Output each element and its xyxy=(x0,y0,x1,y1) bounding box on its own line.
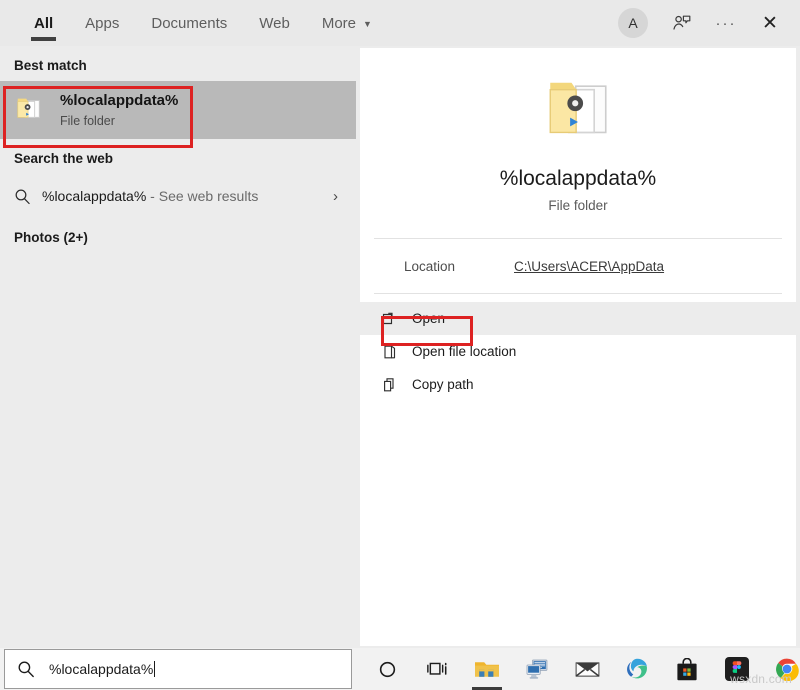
close-button[interactable]: ✕ xyxy=(750,3,790,43)
web-result-row[interactable]: %localappdata% - See web results › xyxy=(0,174,356,218)
search-icon xyxy=(17,660,35,678)
best-match-title: %localappdata% xyxy=(60,92,178,111)
tab-documents-label: Documents xyxy=(151,15,227,32)
person-feedback-icon[interactable] xyxy=(662,3,702,43)
close-icon: ✕ xyxy=(762,12,778,35)
search-input[interactable]: %localappdata% xyxy=(49,661,155,677)
location-label: Location xyxy=(404,259,514,274)
best-match-header: Best match xyxy=(0,46,356,81)
best-match-result[interactable]: %localappdata% File folder xyxy=(0,81,356,139)
windows-search-panel: All Apps Documents Web More ▼ A xyxy=(0,0,800,690)
tab-more-label: More xyxy=(322,15,356,32)
microsoft-store-icon[interactable] xyxy=(674,654,700,684)
search-filter-tabbar: All Apps Documents Web More ▼ A xyxy=(0,0,800,46)
preview-title: %localappdata% xyxy=(500,167,656,191)
watermark: wsxdn.com xyxy=(730,672,792,686)
action-open[interactable]: Open xyxy=(360,302,796,335)
search-input-value: %localappdata% xyxy=(49,661,153,677)
tab-apps-label: Apps xyxy=(85,15,119,32)
location-link[interactable]: C:\Users\ACER\AppData xyxy=(514,259,664,274)
chevron-down-icon: ▼ xyxy=(363,20,372,29)
search-icon xyxy=(14,188,42,205)
taskbar-search-box[interactable]: %localappdata% xyxy=(4,649,352,689)
action-open-label: Open xyxy=(412,311,445,326)
text-cursor xyxy=(154,661,155,677)
preview-subtitle: File folder xyxy=(548,198,607,213)
chevron-right-icon: › xyxy=(333,188,342,205)
tab-documents[interactable]: Documents xyxy=(135,0,243,46)
copy-pages-icon xyxy=(382,377,412,393)
preview-hero: %localappdata% File folder xyxy=(360,48,796,238)
results-column: Best match %localappdata% File folder Se… xyxy=(0,46,356,648)
tab-more[interactable]: More ▼ xyxy=(306,0,388,46)
folder-settings-icon xyxy=(541,70,615,149)
folder-settings-icon xyxy=(14,93,44,128)
web-result-suffix: - See web results xyxy=(146,188,258,204)
best-match-subtitle: File folder xyxy=(60,114,178,128)
tab-web-label: Web xyxy=(259,15,290,32)
action-copy-path[interactable]: Copy path xyxy=(360,368,796,401)
edge-icon[interactable] xyxy=(624,654,650,684)
window-controls: A ··· ✕ xyxy=(618,0,790,46)
action-open-file-location-label: Open file location xyxy=(412,344,516,359)
taskbar: %localappdata% xyxy=(0,648,800,690)
search-web-header: Search the web xyxy=(0,139,356,174)
folder-open-icon xyxy=(382,344,412,360)
tab-web[interactable]: Web xyxy=(243,0,306,46)
file-explorer-icon[interactable] xyxy=(474,654,500,684)
tab-list: All Apps Documents Web More ▼ xyxy=(0,0,388,46)
action-open-file-location[interactable]: Open file location xyxy=(360,335,796,368)
action-list: Open Open file location xyxy=(360,294,796,401)
web-result-label: %localappdata% - See web results xyxy=(42,188,333,204)
web-result-query: %localappdata% xyxy=(42,188,146,204)
photos-header: Photos (2+) xyxy=(0,218,356,253)
cortana-icon[interactable] xyxy=(374,654,400,684)
more-options-button[interactable]: ··· xyxy=(706,3,746,43)
location-row: Location C:\Users\ACER\AppData xyxy=(360,239,796,293)
ellipsis-icon: ··· xyxy=(716,15,737,32)
best-match-text: %localappdata% File folder xyxy=(60,92,178,128)
avatar-initial: A xyxy=(628,15,637,31)
open-window-icon xyxy=(382,311,412,327)
action-copy-path-label: Copy path xyxy=(412,377,474,392)
avatar[interactable]: A xyxy=(618,8,648,38)
tab-all[interactable]: All xyxy=(18,0,69,46)
task-view-icon[interactable] xyxy=(424,654,450,684)
remote-desktop-icon[interactable] xyxy=(524,654,550,684)
tab-all-label: All xyxy=(34,15,53,32)
mail-icon[interactable] xyxy=(574,654,600,684)
preview-panel: %localappdata% File folder Location C:\U… xyxy=(360,48,796,646)
tab-apps[interactable]: Apps xyxy=(69,0,135,46)
